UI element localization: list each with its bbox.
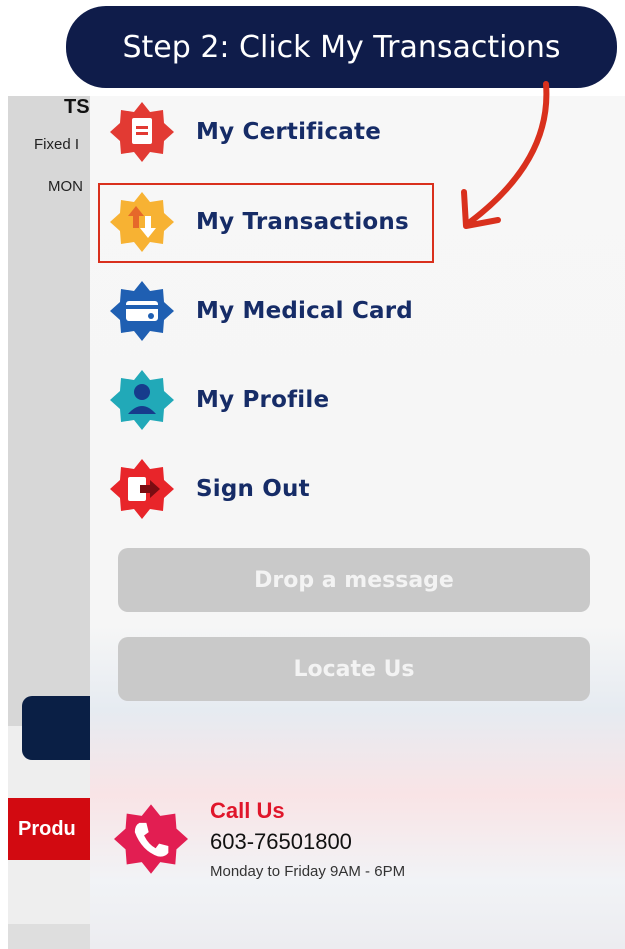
call-us-phone-number[interactable]: 603-76501800 bbox=[210, 829, 352, 855]
curved-arrow-icon bbox=[461, 81, 550, 229]
call-us-section[interactable]: Call Us 603-76501800 Monday to Friday 9A… bbox=[114, 796, 534, 886]
highlight-box-my-transactions bbox=[98, 183, 434, 263]
locate-us-button[interactable]: Locate Us bbox=[118, 637, 590, 701]
sign-out-icon bbox=[110, 457, 174, 521]
background-subtitle-fragment: Fixed I bbox=[34, 136, 80, 153]
menu-item-my-profile[interactable]: My Profile bbox=[110, 364, 530, 436]
drop-message-button[interactable]: Drop a message bbox=[118, 548, 590, 612]
menu-item-sign-out[interactable]: Sign Out bbox=[110, 453, 530, 525]
call-us-hours: Monday to Friday 9AM - 6PM bbox=[210, 863, 406, 880]
medical-card-icon bbox=[110, 279, 174, 343]
menu-item-label: My Medical Card bbox=[196, 298, 413, 324]
menu-item-label: Sign Out bbox=[196, 476, 310, 502]
menu-item-label: My Certificate bbox=[196, 119, 382, 145]
phone-icon bbox=[114, 802, 188, 876]
call-us-title: Call Us bbox=[210, 798, 285, 823]
step-instruction-banner: Step 2: Click My Transactions bbox=[66, 6, 617, 88]
background-product-fragment: Produ bbox=[18, 817, 76, 840]
banner-text: Step 2: Click My Transactions bbox=[122, 29, 561, 65]
menu-item-my-medical-card[interactable]: My Medical Card bbox=[110, 275, 530, 347]
background-label-fragment: MON bbox=[48, 178, 83, 195]
menu-item-label: My Profile bbox=[196, 387, 330, 413]
certificate-icon bbox=[110, 100, 174, 164]
background-title-fragment: TS bbox=[64, 96, 90, 118]
profile-icon bbox=[110, 368, 174, 432]
